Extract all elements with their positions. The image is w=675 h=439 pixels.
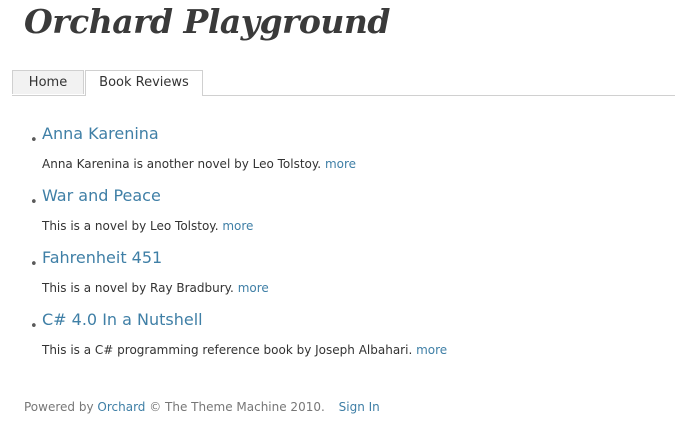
book-title-link[interactable]: Fahrenheit 451 [42,248,162,267]
powered-by-text: Powered by [24,400,94,414]
tab-book-reviews[interactable]: Book Reviews [85,70,203,96]
site-title: Orchard Playground [24,2,391,41]
sign-in-link[interactable]: Sign In [339,400,380,414]
book-description-text: This is a C# programming reference book … [42,343,413,357]
book-description-text: This is a novel by Leo Tolstoy. [42,219,219,233]
more-link[interactable]: more [238,281,269,295]
book-title-link[interactable]: War and Peace [42,186,161,205]
more-link[interactable]: more [222,219,253,233]
book-description: This is a novel by Leo Tolstoy. more [42,219,253,233]
footer: Powered by Orchard © The Theme Machine 2… [24,400,380,414]
book-description: This is a C# programming reference book … [42,343,447,357]
copyright-text: © The Theme Machine 2010. [149,400,325,414]
book-title-link[interactable]: C# 4.0 In a Nutshell [42,310,203,329]
main-nav-tabs: Home Book Reviews [12,70,675,96]
orchard-link[interactable]: Orchard [97,400,145,414]
bullet-icon: • [30,257,38,272]
bullet-icon: • [30,133,38,148]
bullet-icon: • [30,319,38,334]
book-description-text: This is a novel by Ray Bradbury. [42,281,234,295]
book-title-link[interactable]: Anna Karenina [42,124,159,143]
tab-home[interactable]: Home [12,70,84,94]
book-description-text: Anna Karenina is another novel by Leo To… [42,157,322,171]
book-description: Anna Karenina is another novel by Leo To… [42,157,356,171]
bullet-icon: • [30,195,38,210]
more-link[interactable]: more [325,157,356,171]
book-description: This is a novel by Ray Bradbury. more [42,281,269,295]
more-link[interactable]: more [416,343,447,357]
